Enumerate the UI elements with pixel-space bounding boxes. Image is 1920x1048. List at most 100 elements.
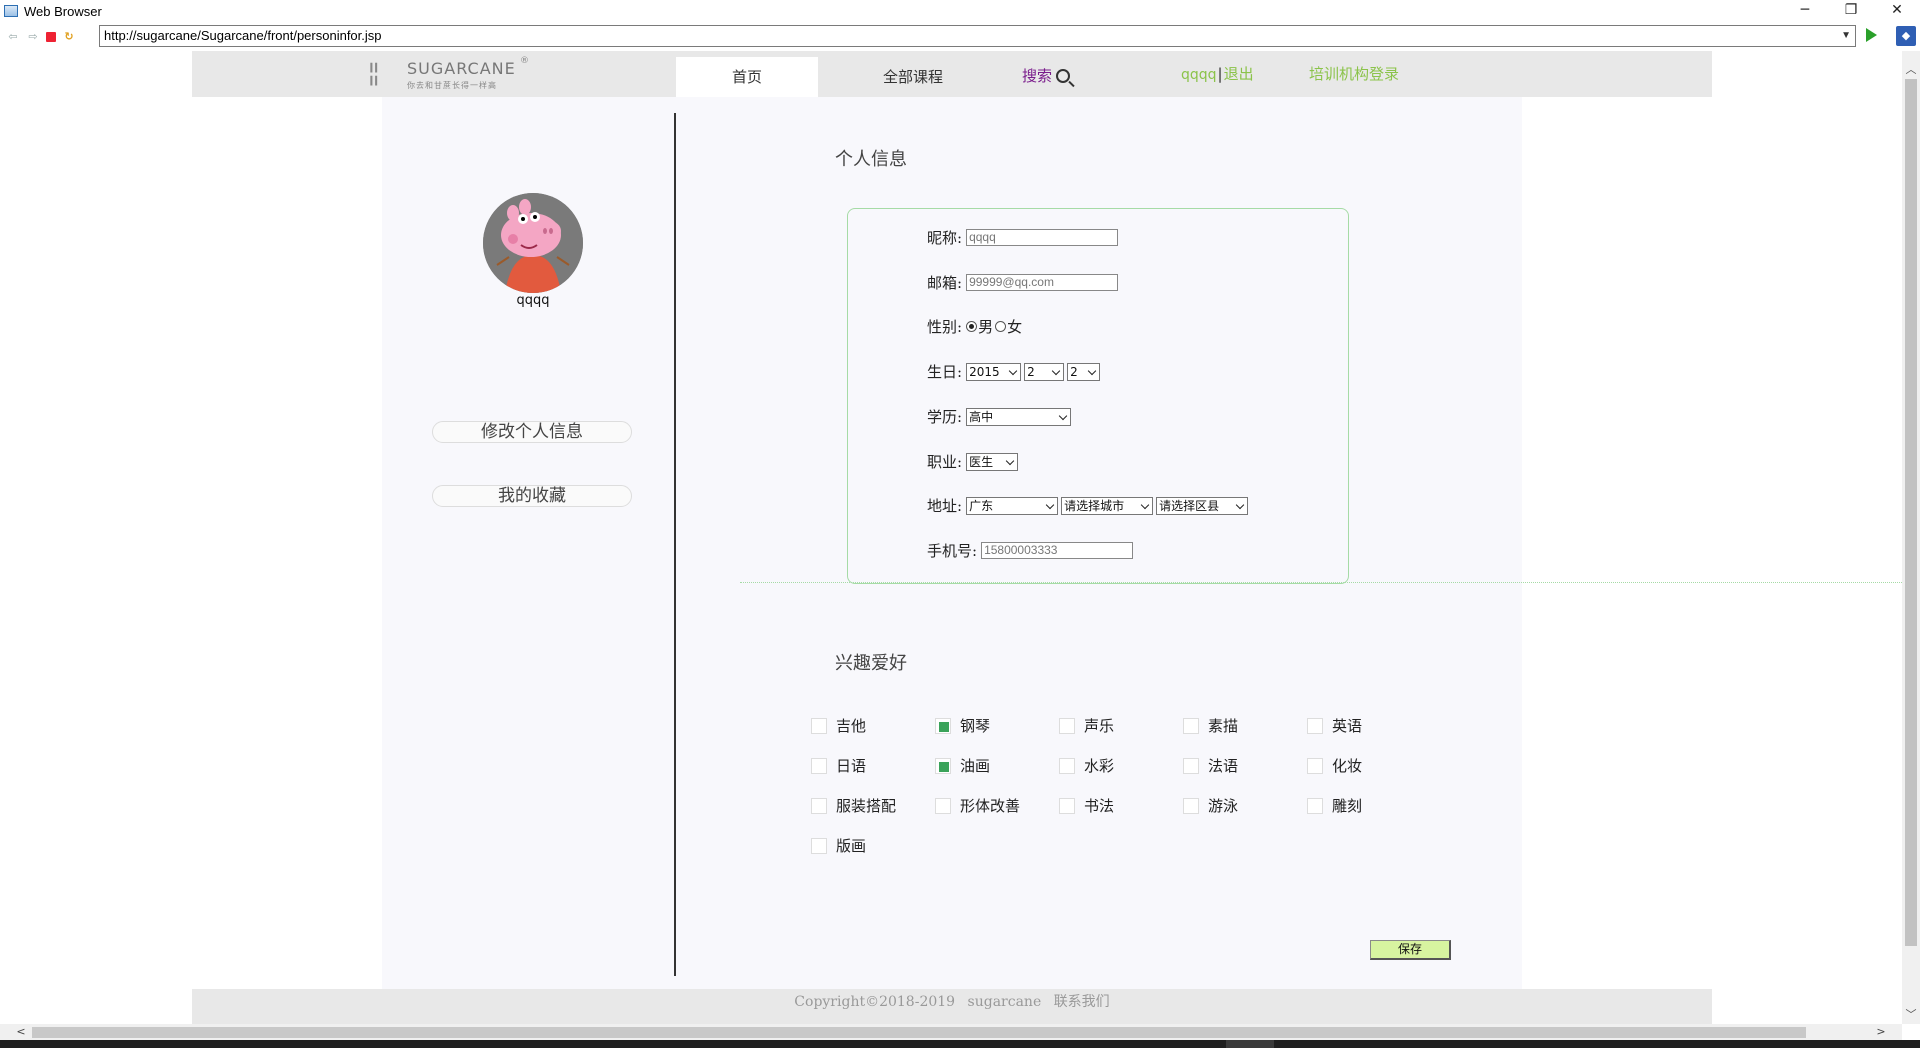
hobby-checkbox[interactable]	[811, 717, 827, 734]
gender-label: 性别:	[927, 318, 963, 336]
hobby-label: 版画	[836, 837, 867, 855]
nav-all-courses[interactable]: 全部课程	[847, 57, 979, 97]
hobbies-section-title: 兴趣爱好	[835, 653, 907, 674]
logo-brand: SUGARCANE	[407, 59, 516, 78]
refresh-icon[interactable]: ↻	[62, 30, 76, 44]
nav-username[interactable]: qqqq	[1181, 67, 1217, 83]
hobby-checkbox[interactable]	[935, 757, 951, 774]
back-arrow-icon[interactable]: ⇦	[6, 30, 20, 44]
save-button[interactable]: 保存	[1370, 940, 1451, 960]
hobby-checkbox[interactable]	[1307, 757, 1323, 774]
scroll-down-icon[interactable]: ﹀	[1902, 1006, 1920, 1024]
hobby-sculpture[interactable]: 雕刻	[1307, 795, 1362, 816]
nav-search-label: 搜索	[1022, 67, 1053, 85]
nav-logout[interactable]: 退出	[1224, 65, 1254, 83]
hobby-label: 水彩	[1084, 757, 1115, 775]
close-button[interactable]: ✕	[1874, 0, 1920, 22]
vertical-divider	[674, 113, 676, 976]
nav-home[interactable]: 首页	[676, 57, 818, 97]
hobby-checkbox[interactable]	[811, 757, 827, 774]
minimize-button[interactable]: ─	[1782, 0, 1828, 22]
gender-male-radio[interactable]	[966, 321, 978, 332]
vertical-scroll-thumb[interactable]	[1905, 79, 1917, 946]
footer-contact-link[interactable]: 联系我们	[1054, 994, 1110, 1010]
hobby-swimming[interactable]: 游泳	[1183, 795, 1238, 816]
hobby-makeup[interactable]: 化妆	[1307, 755, 1362, 776]
education-select[interactable]: 高中	[966, 407, 1072, 426]
chevron-down-icon[interactable]: ▼	[1841, 26, 1851, 46]
avatar-pig-icon	[483, 193, 583, 293]
horizontal-scroll-thumb[interactable]	[32, 1027, 1806, 1038]
hobby-french[interactable]: 法语	[1183, 755, 1238, 776]
app-icon	[4, 5, 18, 17]
gender-male-label: 男	[978, 318, 994, 336]
hobby-body-shaping[interactable]: 形体改善	[935, 795, 1020, 816]
phone-label: 手机号:	[927, 542, 978, 560]
edit-profile-button[interactable]: 修改个人信息	[432, 421, 632, 443]
restore-button[interactable]: ❐	[1828, 0, 1874, 22]
hobby-checkbox[interactable]	[1059, 757, 1075, 774]
hobby-piano[interactable]: 钢琴	[935, 715, 990, 736]
birthday-year-select[interactable]: 2015	[966, 362, 1022, 381]
hobby-printmaking[interactable]: 版画	[811, 835, 866, 856]
hobby-oil-painting[interactable]: 油画	[935, 755, 990, 776]
avatar[interactable]	[483, 193, 583, 293]
hobby-checkbox[interactable]	[1307, 717, 1323, 734]
hobby-english[interactable]: 英语	[1307, 715, 1362, 736]
education-label: 学历:	[927, 408, 963, 426]
logo-tagline: 你去和甘蔗长得一样高	[407, 81, 497, 90]
province-select[interactable]: 广东	[966, 496, 1059, 515]
district-select[interactable]: 请选择区县	[1156, 496, 1249, 515]
hobby-japanese[interactable]: 日语	[811, 755, 866, 776]
nickname-input[interactable]: qqqq	[966, 229, 1119, 246]
vertical-scrollbar[interactable]: ︿ ﹀	[1902, 51, 1920, 1024]
logo-registered-mark: ®	[520, 56, 529, 66]
hobby-checkbox[interactable]	[811, 797, 827, 814]
hobby-watercolor[interactable]: 水彩	[1059, 755, 1114, 776]
birthday-day-select[interactable]: 2	[1067, 362, 1101, 381]
hobby-checkbox[interactable]	[1059, 717, 1075, 734]
scroll-right-icon[interactable]: >	[1872, 1024, 1890, 1040]
hobby-checkbox[interactable]	[1183, 797, 1199, 814]
taskbar-item[interactable]	[1226, 1040, 1274, 1048]
hobby-guitar[interactable]: 吉他	[811, 715, 866, 736]
hobby-checkbox[interactable]	[1059, 797, 1075, 814]
city-select[interactable]: 请选择城市	[1061, 496, 1154, 515]
nav-org-login[interactable]: 培训机构登录	[1309, 63, 1399, 84]
site-logo[interactable]: ¦¦ SUGARCANE ® 你去和甘蔗长得一样高	[367, 56, 537, 92]
address-label: 地址:	[927, 497, 963, 515]
hobby-checkbox[interactable]	[811, 837, 827, 854]
go-icon[interactable]	[1866, 28, 1877, 42]
nav-search[interactable]: 搜索	[1022, 65, 1071, 86]
hobby-checkbox[interactable]	[1307, 797, 1323, 814]
hobby-checkbox[interactable]	[1183, 717, 1199, 734]
favorites-button[interactable]: 我的收藏	[432, 485, 632, 507]
hobby-label: 游泳	[1208, 797, 1239, 815]
bamboo-logo-icon: ¦¦	[367, 58, 380, 88]
address-input[interactable]: http://sugarcane/Sugarcane/front/personi…	[99, 25, 1856, 47]
forward-arrow-icon[interactable]: ⇨	[26, 30, 40, 44]
birthday-month-select[interactable]: 2	[1024, 362, 1065, 381]
window-titlebar: Web Browser ─ ❐ ✕	[0, 0, 1920, 22]
address-row: 地址: 广东 请选择城市 请选择区县	[927, 495, 1251, 516]
extension-icon[interactable]: ◆	[1896, 26, 1916, 46]
birthday-label: 生日:	[927, 363, 963, 381]
sidebar-username: qqqq	[516, 293, 550, 308]
horizontal-scrollbar[interactable]: < >	[0, 1024, 1902, 1040]
phone-input[interactable]: 15800003333	[981, 542, 1134, 559]
stop-icon[interactable]	[46, 31, 56, 42]
hobby-checkbox[interactable]	[935, 717, 951, 734]
hobby-styling[interactable]: 服装搭配	[811, 795, 896, 816]
hobby-vocal[interactable]: 声乐	[1059, 715, 1114, 736]
page-viewport: ¦¦ SUGARCANE ® 你去和甘蔗长得一样高 首页 全部课程 搜索 qqq…	[0, 51, 1902, 1024]
hobby-checkbox[interactable]	[1183, 757, 1199, 774]
hobby-checkbox[interactable]	[935, 797, 951, 814]
footer-copyright: Copyright©2018-2019	[794, 994, 956, 1010]
email-input[interactable]: 99999@qq.com	[966, 274, 1119, 291]
gender-female-radio[interactable]	[995, 321, 1007, 332]
scroll-left-icon[interactable]: <	[12, 1024, 30, 1040]
hobby-sketch[interactable]: 素描	[1183, 715, 1238, 736]
hobby-calligraphy[interactable]: 书法	[1059, 795, 1114, 816]
occupation-select[interactable]: 医生	[966, 452, 1019, 471]
scroll-up-icon[interactable]: ︿	[1902, 61, 1920, 79]
